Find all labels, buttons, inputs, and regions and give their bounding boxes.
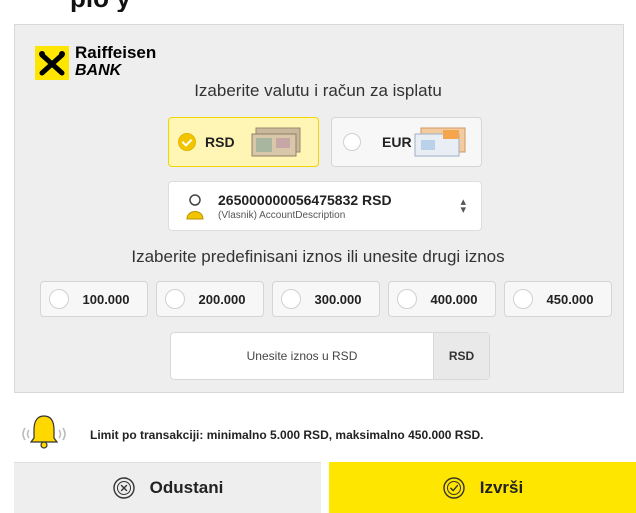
check-circle-icon [443,476,465,499]
limit-text: Limit po transakciji: minimalno 5.000 RS… [90,428,484,442]
amount-label: 400.000 [430,291,478,307]
radio-unchecked-icon[interactable] [165,289,185,309]
custom-amount-group: RSD [170,332,490,380]
currency-option-rsd[interactable]: RSD [168,117,319,167]
dinar-banknote-icon [251,127,301,157]
amount-label: 300.000 [314,291,362,307]
currency-label: EUR [382,134,412,150]
radio-unchecked-icon[interactable] [513,289,533,309]
amount-option-400000[interactable]: 400.000 [388,281,496,317]
currency-label: RSD [205,134,235,150]
raiffeisen-logo: Raiffeisen BANK [35,43,165,82]
account-number: 265000000056475832 RSD [218,192,392,208]
currency-suffix: RSD [433,333,489,379]
confirm-label: Izvrši [479,477,524,497]
amount-label: 450.000 [546,291,594,307]
currency-option-eur[interactable]: EUR [331,117,482,167]
raiffeisen-horse-logo-icon [35,46,69,80]
cancel-button[interactable]: Odustani [14,462,321,513]
account-select[interactable]: 265000000056475832 RSD (Vlasnik) Account… [168,181,482,231]
euro-banknote-icon [414,127,466,157]
amount-option-300000[interactable]: 300.000 [272,281,380,317]
radio-unchecked-icon[interactable] [281,289,301,309]
radio-checked-icon[interactable] [178,133,196,151]
amount-heading: Izaberite predefinisani iznos ili unesit… [131,247,505,266]
amount-option-450000[interactable]: 450.000 [504,281,612,317]
custom-amount-input[interactable] [171,333,433,379]
currency-heading: Izaberite valutu i račun za isplatu [194,81,442,100]
clipped-top-text: plo y [0,0,636,12]
user-icon [186,194,204,220]
amount-option-200000[interactable]: 200.000 [156,281,264,317]
bell-icon [22,415,66,449]
radio-unchecked-icon[interactable] [49,289,69,309]
transaction-limit-notice: Limit po transakciji: minimalno 5.000 RS… [0,412,636,452]
chevron-up-down-icon: ▴ ▾ [460,196,466,216]
close-circle-icon [112,477,135,499]
brand-bank: BANK [75,62,122,79]
amount-option-100000[interactable]: 100.000 [40,281,148,317]
account-description: (Vlasnik) AccountDescription [218,210,346,221]
amount-label: 100.000 [82,291,130,307]
brand-name: Raiffeisen [75,43,157,62]
confirm-button[interactable]: Izvrši [329,462,636,513]
radio-unchecked-icon[interactable] [397,289,417,309]
cancel-label: Odustani [149,478,224,497]
amount-label: 200.000 [198,291,246,307]
radio-unchecked-icon[interactable] [343,133,361,151]
